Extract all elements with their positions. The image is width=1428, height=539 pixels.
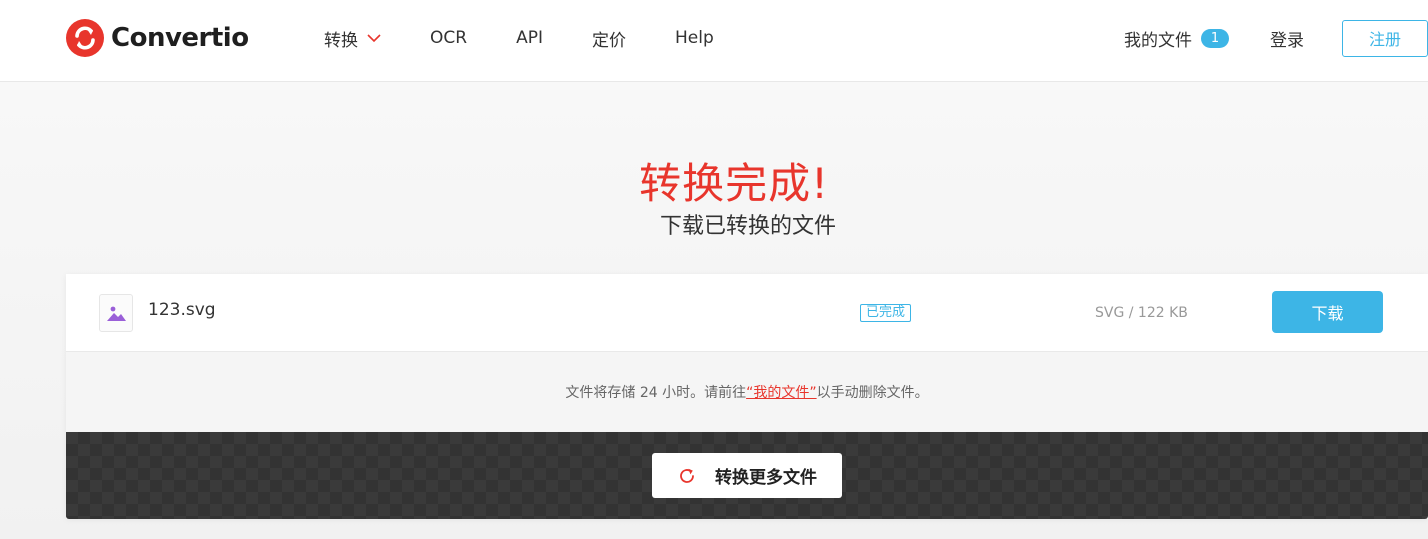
page-subtitle: 下载已转换的文件 <box>659 214 836 239</box>
nav-item-ocr[interactable]: OCR <box>430 28 467 48</box>
file-count-badge: 1 <box>1201 28 1229 48</box>
login-link[interactable]: 登录 <box>1270 26 1304 51</box>
signup-button[interactable]: 注册 <box>1342 19 1428 57</box>
file-row: 123.svg 已完成 SVG / 122 KB 下载 <box>66 274 1428 352</box>
nav-item-label: 转换 <box>324 30 358 51</box>
chevron-down-icon <box>367 33 381 42</box>
status-badge: 已完成 <box>860 304 912 322</box>
header-right: 我的文件 1 登录 注册 <box>1124 19 1428 57</box>
site-header: Convertio 转换 OCR API 定价 Help 我的文件 1 登录 注… <box>0 0 1428 82</box>
result-card: 123.svg 已完成 SVG / 122 KB 下载 文件将存储 24 小时。… <box>66 274 1428 519</box>
action-bar: 转换更多文件 <box>66 432 1428 519</box>
image-icon <box>106 306 126 321</box>
download-button[interactable]: 下载 <box>1272 291 1383 333</box>
file-info: SVG / 122 KB <box>1095 305 1188 321</box>
my-files-note-link[interactable]: “我的文件” <box>746 382 817 402</box>
brand-name: Convertio <box>111 23 249 53</box>
nav-item-help[interactable]: Help <box>675 28 714 48</box>
convert-more-label: 转换更多文件 <box>715 468 817 488</box>
file-type-icon <box>99 294 133 332</box>
my-files-link[interactable]: 我的文件 1 <box>1124 26 1229 51</box>
note-prefix: 文件将存储 24 小时。请前往 <box>565 385 747 401</box>
my-files-label: 我的文件 <box>1124 30 1192 51</box>
page-title: 转换完成! <box>639 159 829 208</box>
refresh-icon <box>680 468 694 483</box>
file-name: 123.svg <box>148 300 216 320</box>
convertio-logo-icon <box>66 19 104 57</box>
logo[interactable]: Convertio <box>66 19 249 57</box>
storage-note: 文件将存储 24 小时。请前往 “我的文件” 以手动删除文件。 <box>66 352 1428 432</box>
nav-item-api[interactable]: API <box>516 28 543 48</box>
convert-more-button[interactable]: 转换更多文件 <box>652 453 842 498</box>
note-suffix: 以手动删除文件。 <box>816 385 929 401</box>
main-nav: 转换 OCR API 定价 Help <box>324 24 763 52</box>
nav-item-convert[interactable]: 转换 <box>324 26 381 51</box>
nav-item-pricing[interactable]: 定价 <box>592 26 626 51</box>
